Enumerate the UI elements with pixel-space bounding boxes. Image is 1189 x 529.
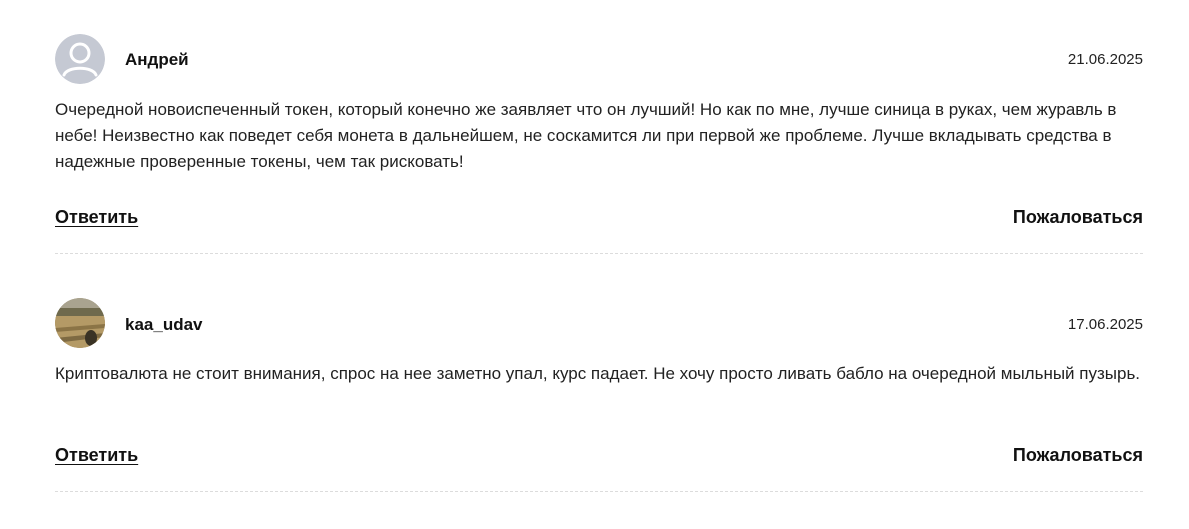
comment-text: Очередной новоиспеченный токен, который …: [55, 100, 1117, 171]
photo-avatar: [55, 298, 105, 348]
comment-author: Андрей: [125, 50, 189, 69]
default-user-avatar-icon: [55, 34, 105, 84]
report-link[interactable]: Пожаловаться: [1013, 207, 1143, 228]
comment-item: Андрей 21.06.2025 Очередной новоиспеченн…: [55, 0, 1143, 254]
comment-item: kaa_udav 17.06.2025 Криптовалюта не стои…: [55, 254, 1143, 492]
comment-actions: Ответить Пожаловаться: [55, 207, 1143, 233]
report-link[interactable]: Пожаловаться: [1013, 445, 1143, 466]
comment-date: 17.06.2025: [1067, 316, 1143, 333]
comment-text: Криптовалюта не стоит внимания, спрос на…: [55, 364, 1141, 383]
comments-list: Андрей 21.06.2025 Очередной новоиспеченн…: [55, 0, 1143, 492]
reply-link[interactable]: Ответить: [55, 445, 138, 466]
reply-link[interactable]: Ответить: [55, 207, 138, 228]
comment-actions: Ответить Пожаловаться: [55, 445, 1143, 471]
comment-author: kaa_udav: [125, 315, 203, 334]
comment-date: 21.06.2025: [1067, 51, 1143, 68]
